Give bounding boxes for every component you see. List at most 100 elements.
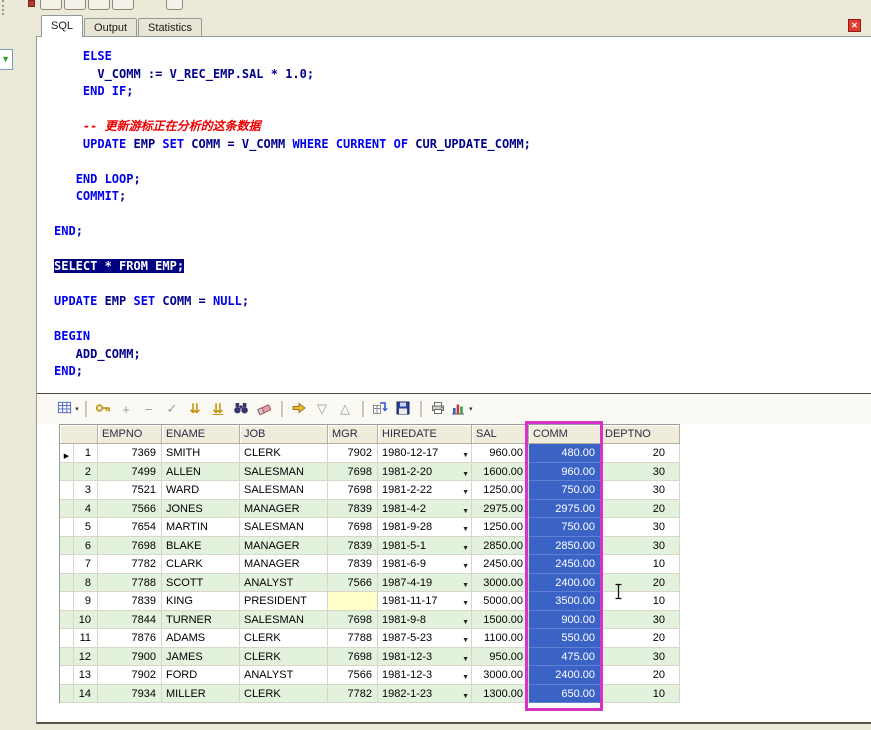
cell-sal[interactable]: 3000.00: [472, 573, 529, 592]
cell-hiredate[interactable]: 1981-5-1 ▼: [378, 536, 472, 555]
toolbar-button-partial[interactable]: [64, 0, 86, 10]
cell-ename[interactable]: CLARK: [162, 555, 240, 574]
column-header-ename[interactable]: ENAME: [162, 425, 240, 444]
row-number[interactable]: 4: [74, 499, 98, 518]
column-header-deptno[interactable]: DEPTNO: [601, 425, 680, 444]
cell-comm[interactable]: 3500.00: [529, 592, 601, 611]
fetch-last-page-button[interactable]: ⇊: [207, 399, 229, 420]
cell-empno[interactable]: 7566: [98, 499, 162, 518]
cell-mgr[interactable]: 7698: [328, 610, 378, 629]
date-dropdown-icon[interactable]: ▼: [462, 633, 469, 647]
tab-output[interactable]: Output: [84, 18, 138, 36]
cell-deptno[interactable]: 20: [601, 629, 680, 648]
cell-sal[interactable]: 1500.00: [472, 610, 529, 629]
find-button[interactable]: [230, 399, 252, 420]
cell-comm[interactable]: 2450.00: [529, 555, 601, 574]
cell-ename[interactable]: KING: [162, 592, 240, 611]
post-record-button[interactable]: ✓: [161, 399, 183, 420]
toolbar-button-partial[interactable]: [40, 0, 62, 10]
cell-mgr[interactable]: 7839: [328, 555, 378, 574]
sort-desc-button[interactable]: ▽: [311, 399, 333, 420]
cell-empno[interactable]: 7934: [98, 684, 162, 703]
save-button[interactable]: [392, 399, 414, 420]
toolbar-button-partial[interactable]: [166, 0, 183, 10]
cell-sal[interactable]: 950.00: [472, 647, 529, 666]
cell-mgr[interactable]: 7839: [328, 536, 378, 555]
cell-empno[interactable]: 7902: [98, 666, 162, 685]
column-header-hiredate[interactable]: HIREDATE: [378, 425, 472, 444]
cell-mgr[interactable]: 7698: [328, 647, 378, 666]
cell-hiredate[interactable]: 1981-6-9 ▼: [378, 555, 472, 574]
cell-sal[interactable]: 5000.00: [472, 592, 529, 611]
cell-deptno[interactable]: 30: [601, 462, 680, 481]
cell-mgr[interactable]: [328, 592, 378, 611]
cell-empno[interactable]: 7369: [98, 444, 162, 463]
cell-mgr[interactable]: 7839: [328, 499, 378, 518]
date-dropdown-icon[interactable]: ▼: [462, 541, 469, 555]
date-dropdown-icon[interactable]: ▼: [462, 559, 469, 573]
date-dropdown-icon[interactable]: ▼: [462, 689, 469, 703]
delete-record-button[interactable]: −: [138, 399, 160, 420]
grid-mode-button[interactable]: ▾: [57, 399, 79, 420]
cell-comm[interactable]: 960.00: [529, 462, 601, 481]
cell-deptno[interactable]: 30: [601, 481, 680, 500]
export-button[interactable]: [288, 399, 310, 420]
cell-sal[interactable]: 1250.00: [472, 481, 529, 500]
date-dropdown-icon[interactable]: ▼: [462, 596, 469, 610]
cell-comm[interactable]: 480.00: [529, 444, 601, 463]
row-number[interactable]: 8: [74, 573, 98, 592]
cell-comm[interactable]: 750.00: [529, 481, 601, 500]
cell-comm[interactable]: 2400.00: [529, 573, 601, 592]
link-grid-button[interactable]: [369, 399, 391, 420]
cell-sal[interactable]: 960.00: [472, 444, 529, 463]
cell-job[interactable]: MANAGER: [240, 536, 328, 555]
cell-job[interactable]: SALESMAN: [240, 462, 328, 481]
row-number[interactable]: 2: [74, 462, 98, 481]
date-dropdown-icon[interactable]: ▼: [462, 522, 469, 536]
cell-ename[interactable]: WARD: [162, 481, 240, 500]
date-dropdown-icon[interactable]: ▼: [462, 652, 469, 666]
cell-hiredate[interactable]: 1981-12-3 ▼: [378, 647, 472, 666]
fetch-next-page-button[interactable]: ⇊: [184, 399, 206, 420]
cell-hiredate[interactable]: 1981-2-22 ▼: [378, 481, 472, 500]
row-number[interactable]: 12: [74, 647, 98, 666]
column-header-job[interactable]: JOB: [240, 425, 328, 444]
cell-deptno[interactable]: 30: [601, 610, 680, 629]
cell-sal[interactable]: 1600.00: [472, 462, 529, 481]
grid-corner-header[interactable]: [60, 425, 98, 444]
cell-hiredate[interactable]: 1982-1-23 ▼: [378, 684, 472, 703]
cell-ename[interactable]: TURNER: [162, 610, 240, 629]
cell-job[interactable]: CLERK: [240, 629, 328, 648]
cell-sal[interactable]: 2450.00: [472, 555, 529, 574]
cell-sal[interactable]: 2850.00: [472, 536, 529, 555]
cell-mgr[interactable]: 7566: [328, 573, 378, 592]
eraser-button[interactable]: [253, 399, 275, 420]
close-window-button[interactable]: ✕: [848, 19, 861, 32]
cell-mgr[interactable]: 7698: [328, 518, 378, 537]
cell-deptno[interactable]: 20: [601, 444, 680, 463]
cell-mgr[interactable]: 7566: [328, 666, 378, 685]
cell-empno[interactable]: 7499: [98, 462, 162, 481]
cell-job[interactable]: ANALYST: [240, 573, 328, 592]
cell-comm[interactable]: 2400.00: [529, 666, 601, 685]
cell-ename[interactable]: ADAMS: [162, 629, 240, 648]
date-dropdown-icon[interactable]: ▼: [462, 448, 469, 462]
cell-comm[interactable]: 750.00: [529, 518, 601, 537]
cell-sal[interactable]: 2975.00: [472, 499, 529, 518]
row-number[interactable]: 3: [74, 481, 98, 500]
tab-statistics[interactable]: Statistics: [138, 18, 203, 36]
cell-hiredate[interactable]: 1981-11-17 ▼: [378, 592, 472, 611]
cell-ename[interactable]: SMITH: [162, 444, 240, 463]
column-header-empno[interactable]: EMPNO: [98, 425, 162, 444]
cell-empno[interactable]: 7788: [98, 573, 162, 592]
cell-comm[interactable]: 2850.00: [529, 536, 601, 555]
row-number[interactable]: 10: [74, 610, 98, 629]
cell-hiredate[interactable]: 1987-5-23 ▼: [378, 629, 472, 648]
row-number[interactable]: 6: [74, 536, 98, 555]
cell-job[interactable]: MANAGER: [240, 555, 328, 574]
cell-mgr[interactable]: 7788: [328, 629, 378, 648]
cell-deptno[interactable]: 30: [601, 647, 680, 666]
toolbar-button-partial[interactable]: [88, 0, 110, 10]
tab-sql[interactable]: SQL: [41, 15, 84, 37]
cell-empno[interactable]: 7521: [98, 481, 162, 500]
